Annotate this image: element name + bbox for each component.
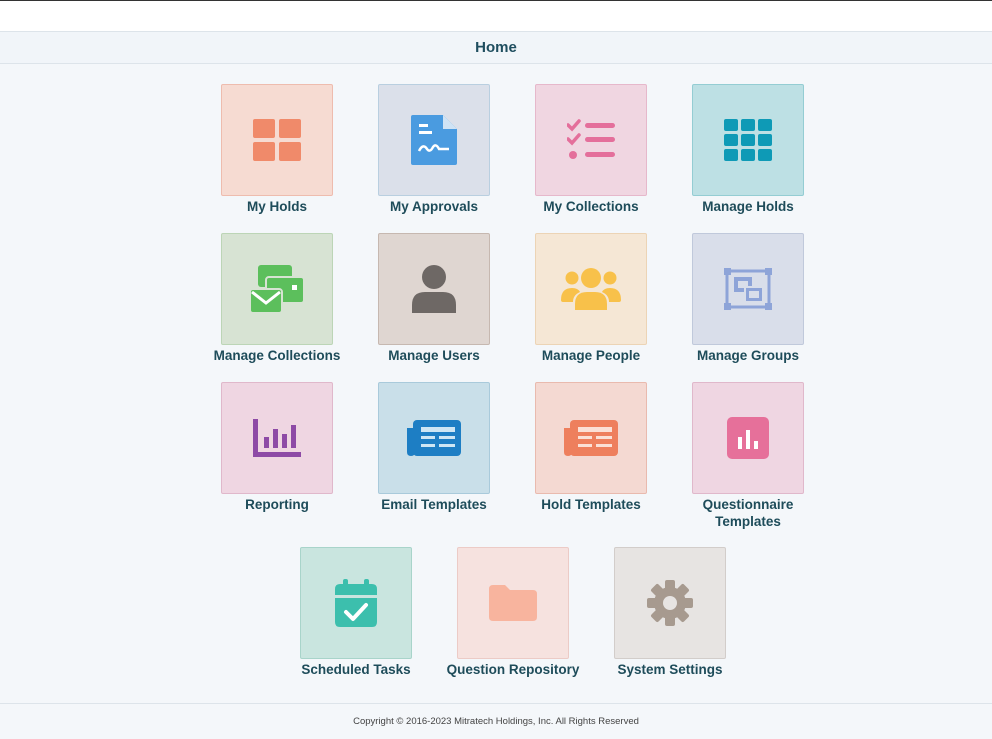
tile-manage-collections[interactable]: Manage Collections xyxy=(200,233,350,393)
tile-hold-templates[interactable]: Hold Templates xyxy=(514,382,664,542)
tile-label[interactable]: My Collections xyxy=(504,198,678,215)
tile-icon-box[interactable] xyxy=(614,547,726,659)
tile-label[interactable]: Email Templates xyxy=(347,496,521,513)
tile-my-holds[interactable]: My Holds xyxy=(200,84,350,244)
tile-icon-box[interactable] xyxy=(300,547,412,659)
tile-label[interactable]: Manage Collections xyxy=(190,347,364,364)
gear-icon xyxy=(647,580,693,626)
tile-icon-box[interactable] xyxy=(535,84,647,196)
object-group-icon xyxy=(724,268,772,310)
title-bar: Home xyxy=(0,32,992,64)
tile-icon-box[interactable] xyxy=(692,382,804,494)
tile-label[interactable]: Manage Holds xyxy=(661,198,835,215)
tile-label[interactable]: My Approvals xyxy=(347,198,521,215)
tile-email-templates[interactable]: Email Templates xyxy=(357,382,507,542)
calendar-check-icon xyxy=(335,579,377,627)
tile-icon-box[interactable] xyxy=(535,233,647,345)
tile-system-settings[interactable]: System Settings xyxy=(593,547,743,707)
tile-manage-groups[interactable]: Manage Groups xyxy=(671,233,821,393)
user-icon xyxy=(412,265,456,313)
tile-icon-box[interactable] xyxy=(221,84,333,196)
newspaper-icon xyxy=(564,420,618,456)
tile-icon-box[interactable] xyxy=(221,233,333,345)
tile-icon-box[interactable] xyxy=(221,382,333,494)
tile-my-approvals[interactable]: My Approvals xyxy=(357,84,507,244)
tile-scheduled-tasks[interactable]: Scheduled Tasks xyxy=(279,547,429,707)
tile-icon-box[interactable] xyxy=(692,84,804,196)
tile-icon-box[interactable] xyxy=(692,233,804,345)
tile-icon-box[interactable] xyxy=(378,84,490,196)
tile-icon-box[interactable] xyxy=(378,382,490,494)
tile-label[interactable]: Manage Users xyxy=(347,347,521,364)
envelope-cards-icon xyxy=(250,265,304,313)
grid-3x3-icon xyxy=(724,119,772,161)
tile-label[interactable]: Question Repository xyxy=(426,661,600,678)
top-bar xyxy=(0,0,992,32)
folder-icon xyxy=(489,585,537,621)
tile-label[interactable]: My Holds xyxy=(190,198,364,215)
tile-icon-box[interactable] xyxy=(535,382,647,494)
tile-manage-people[interactable]: Manage People xyxy=(514,233,664,393)
tile-label[interactable]: Scheduled Tasks xyxy=(269,661,443,678)
document-signature-icon xyxy=(411,115,457,165)
copyright-text: Copyright © 2016-2023 Mitratech Holdings… xyxy=(353,716,639,727)
tile-questionnaire-templates[interactable]: Questionnaire Templates xyxy=(671,382,821,542)
newspaper-icon xyxy=(407,420,461,456)
footer: Copyright © 2016-2023 Mitratech Holdings… xyxy=(0,703,992,739)
bar-chart-icon xyxy=(253,419,301,457)
tile-label[interactable]: System Settings xyxy=(583,661,757,678)
tile-reporting[interactable]: Reporting xyxy=(200,382,350,542)
tile-label[interactable]: Questionnaire Templates xyxy=(688,496,808,530)
tile-manage-holds[interactable]: Manage Holds xyxy=(671,84,821,244)
tile-label[interactable]: Manage Groups xyxy=(661,347,835,364)
tile-label[interactable]: Manage People xyxy=(504,347,678,364)
page-title: Home xyxy=(475,39,517,56)
people-group-icon xyxy=(561,268,621,310)
grid-2x2-icon xyxy=(253,119,301,161)
tile-label[interactable]: Reporting xyxy=(190,496,364,513)
tile-question-repository[interactable]: Question Repository xyxy=(436,547,586,707)
chart-square-icon xyxy=(727,417,769,459)
tile-my-collections[interactable]: My Collections xyxy=(514,84,664,244)
tile-manage-users[interactable]: Manage Users xyxy=(357,233,507,393)
tile-icon-box[interactable] xyxy=(457,547,569,659)
checklist-icon xyxy=(567,119,615,161)
tile-label[interactable]: Hold Templates xyxy=(504,496,678,513)
tile-icon-box[interactable] xyxy=(378,233,490,345)
